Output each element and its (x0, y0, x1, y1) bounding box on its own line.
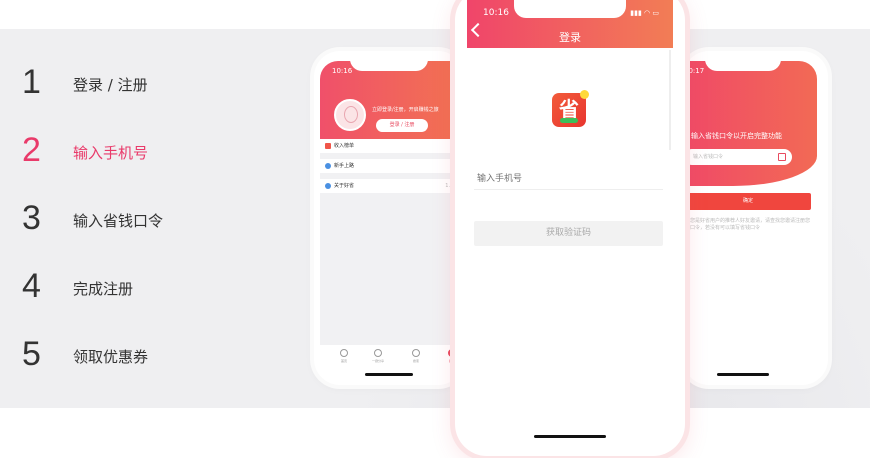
step-number: 5 (22, 335, 41, 373)
list-item-label: 收入榜单 (334, 143, 355, 149)
code-header: 10:17 输入省钱口令以开启完整功能 输入省钱口令 (683, 61, 817, 186)
step-label: 领取优惠券 (73, 348, 149, 366)
scroll-edge (669, 50, 671, 150)
home-indicator (365, 373, 413, 376)
logo-leaf (560, 118, 578, 123)
menu-list: 收入榜单 新手上路 关于好省 1.0.0 (320, 139, 464, 354)
list-item[interactable]: 新手上路 (320, 159, 464, 173)
promo-text: 立即登录/注册，开启赚钱之旅 (372, 107, 439, 113)
list-item[interactable]: 关于好省 1.0.0 (320, 179, 464, 193)
phone-notch (514, 0, 626, 18)
scan-icon[interactable] (778, 153, 786, 161)
nav-label: 一键分享 (371, 359, 384, 363)
phone-mockup-code: 10:17 输入省钱口令以开启完整功能 输入省钱口令 确定 若您是好省用户的推荐… (683, 51, 828, 385)
share-icon (374, 349, 382, 357)
step-number: 2 (22, 131, 41, 169)
info-icon (325, 183, 331, 189)
list-item[interactable]: 收入榜单 (320, 139, 464, 153)
app-logo: 省 (552, 90, 589, 127)
nav-home[interactable]: 首页 (334, 349, 354, 363)
step-number: 1 (22, 63, 41, 101)
page: 1 登录 / 注册 2 输入手机号 3 输入省钱口令 4 完成注册 5 领取优惠… (0, 0, 870, 458)
step-label: 登录 / 注册 (73, 76, 148, 94)
signal-battery-icon: ▮▮▮ ◠ ▭ (630, 9, 659, 17)
get-code-button[interactable]: 获取验证码 (474, 221, 663, 246)
step-number: 3 (22, 199, 41, 237)
step-label: 输入手机号 (73, 144, 149, 162)
list-item-label: 关于好省 (334, 183, 355, 189)
status-time: 10:17 (684, 67, 705, 75)
login-register-button[interactable]: 登录 / 注册 (376, 119, 428, 132)
phone-mockup-login: 10:16 ▮▮▮ ◠ ▭ 登录 省 获取验证码 (455, 0, 685, 456)
home-indicator (534, 435, 606, 438)
phone-notch (350, 51, 428, 71)
home-indicator (717, 373, 769, 376)
nav-label: 搜索 (412, 359, 419, 363)
step-label: 完成注册 (73, 280, 134, 298)
home-icon (340, 349, 348, 357)
code-input-placeholder: 输入省钱口令 (693, 154, 724, 160)
step-number: 4 (22, 267, 41, 305)
info-icon (325, 163, 331, 169)
search-icon (412, 349, 420, 357)
phone-mockup-profile: 10:16 立即登录/注册，开启赚钱之旅 登录 / 注册 收入榜单 新手上路 关… (314, 51, 464, 385)
logo-badge (580, 90, 589, 99)
bar-chart-icon (325, 143, 331, 149)
nav-label: 首页 (340, 359, 347, 363)
phone-number-input[interactable] (474, 168, 663, 190)
list-item-label: 新手上路 (334, 163, 355, 169)
hint-text: 若您是好省用户的推荐人好友邀请，请查找您邀请注册您的口令，若没有可以填写省钱口令 (685, 218, 811, 231)
code-input[interactable]: 输入省钱口令 (684, 149, 792, 165)
status-time: 10:16 (483, 8, 509, 18)
confirm-button[interactable]: 确定 (685, 193, 811, 210)
bottom-nav: 首页 一键分享 搜索 我的 (320, 345, 464, 369)
step-label: 输入省钱口令 (73, 212, 164, 230)
avatar (334, 99, 366, 131)
code-title: 输入省钱口令以开启完整功能 (691, 132, 782, 140)
status-time: 10:16 (332, 67, 353, 75)
page-title: 登录 (559, 31, 581, 44)
nav-share[interactable]: 一键分享 (368, 349, 388, 363)
phone-notch (705, 51, 781, 71)
nav-search[interactable]: 搜索 (406, 349, 426, 363)
